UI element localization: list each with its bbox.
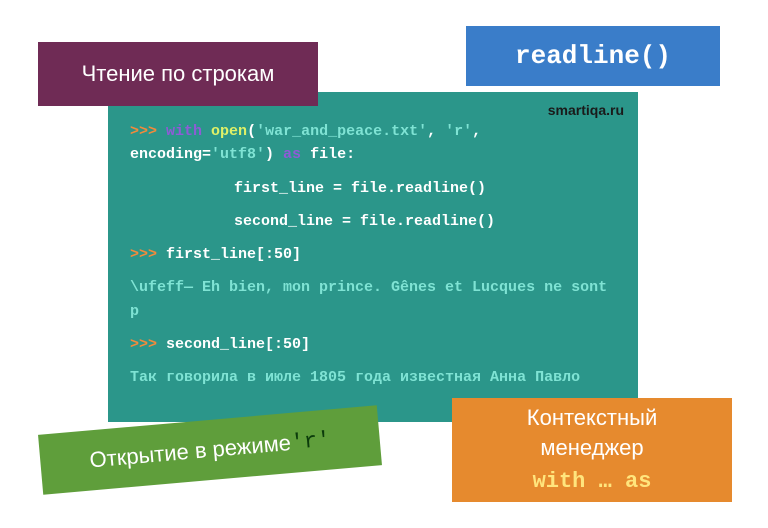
label-green-text: Открытие в режиме [89, 430, 292, 474]
expr2: second_line[:50] [166, 336, 310, 353]
label-orange-code: with … as [533, 467, 652, 497]
label-blue-text: readline() [515, 41, 671, 71]
label-orange-l1: Контекстный [527, 403, 657, 433]
output-2: Так говорила в июле 1805 года известная … [130, 366, 616, 389]
prompt: >>> [130, 336, 166, 353]
str-file: 'war_and_peace.txt' [256, 123, 427, 140]
site-label: smartiqa.ru [548, 100, 624, 122]
comma2: , [472, 123, 490, 140]
code-line-4: >>> second_line[:50] [130, 333, 616, 356]
code-line-1b: encoding='utf8') as file: [130, 143, 616, 166]
output-1: \ufeff— Eh bien, mon prince. Gênes et Lu… [130, 276, 616, 323]
enc-key: encoding= [130, 146, 211, 163]
kw-with: with [166, 123, 202, 140]
str-enc: 'utf8' [211, 146, 265, 163]
comma1: , [427, 123, 445, 140]
var-file: file: [310, 146, 355, 163]
expr1: first_line[:50] [166, 246, 301, 263]
label-context-manager: Контекстный менеджер with … as [452, 398, 732, 502]
code-panel: smartiqa.ru >>> with open('war_and_peace… [108, 92, 638, 422]
label-orange-l2: менеджер [540, 433, 643, 463]
paren-open: ( [247, 123, 256, 140]
label-reading-lines: Чтение по строкам [38, 42, 318, 106]
prompt: >>> [130, 123, 166, 140]
label-green-code: 'r' [290, 427, 332, 455]
label-purple-text: Чтение по строкам [82, 61, 275, 87]
fn-open: open [211, 123, 247, 140]
code-body-1: first_line = file.readline() [130, 177, 616, 200]
code-body-2: second_line = file.readline() [130, 210, 616, 233]
paren-close: ) [265, 146, 274, 163]
code-line-1: >>> with open('war_and_peace.txt', 'r', [130, 120, 616, 143]
str-mode: 'r' [445, 123, 472, 140]
prompt: >>> [130, 246, 166, 263]
kw-as: as [274, 146, 310, 163]
code-line-3: >>> first_line[:50] [130, 243, 616, 266]
label-readline: readline() [466, 26, 720, 86]
